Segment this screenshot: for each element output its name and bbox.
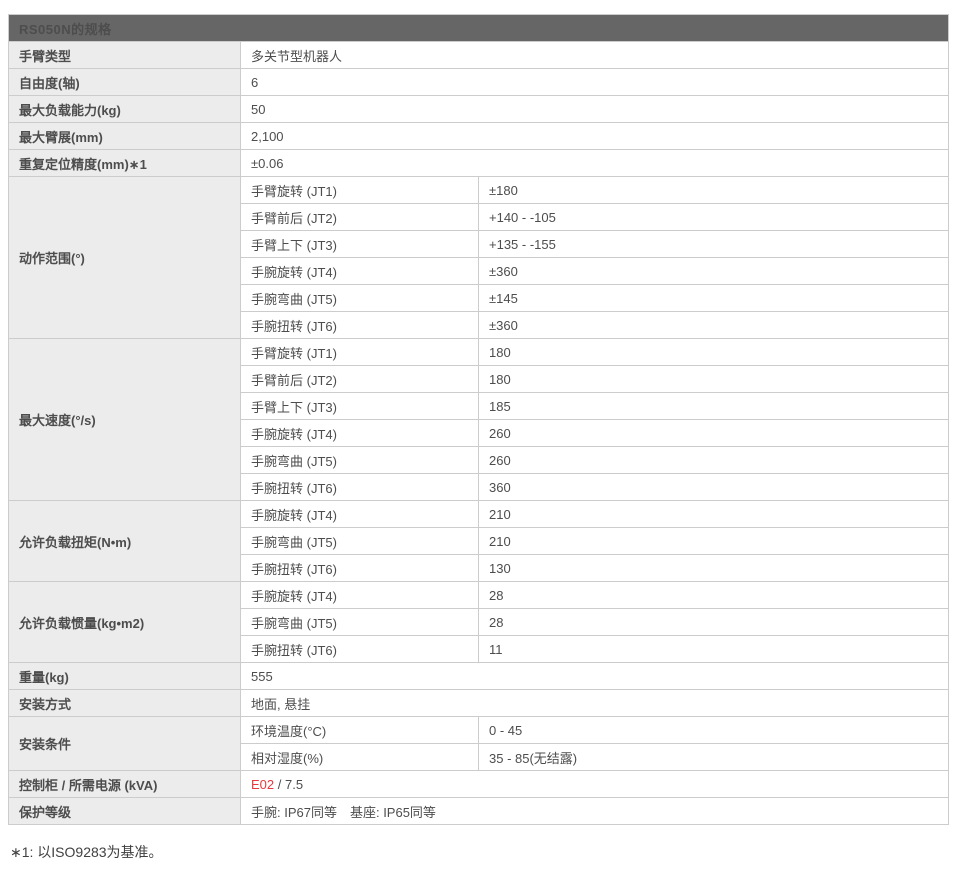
table-row: 保护等级 手腕: IP67同等 基座: IP65同等 <box>9 798 949 825</box>
row-value: 50 <box>241 96 949 123</box>
table-row: 允许负载惯量(kg•m2) 手腕旋转 (JT4) 28 <box>9 582 949 609</box>
row-value: 28 <box>479 609 949 636</box>
row-value: 2,100 <box>241 123 949 150</box>
controller-link[interactable]: E02 <box>251 777 274 792</box>
row-value: +135 - -155 <box>479 231 949 258</box>
row-sub-label: 手腕弯曲 (JT5) <box>241 447 479 474</box>
table-row: 最大臂展(mm) 2,100 <box>9 123 949 150</box>
table-row: 安装方式 地面, 悬挂 <box>9 690 949 717</box>
table-row: 重复定位精度(mm)∗1 ±0.06 <box>9 150 949 177</box>
footnote: ∗1: 以ISO9283为基准。 <box>10 842 970 862</box>
controller-value-cell: E02 / 7.5 <box>241 771 949 798</box>
row-value: ±360 <box>479 258 949 285</box>
row-value: 555 <box>241 663 949 690</box>
controller-power-text: / 7.5 <box>274 777 303 792</box>
row-sub-label: 手腕旋转 (JT4) <box>241 582 479 609</box>
row-value: 0 - 45 <box>479 717 949 744</box>
group-label-load-torque: 允许负载扭矩(N•m) <box>9 501 241 582</box>
row-sub-label: 手腕扭转 (JT6) <box>241 474 479 501</box>
row-label: 重复定位精度(mm)∗1 <box>9 150 241 177</box>
row-sub-label: 手腕扭转 (JT6) <box>241 555 479 582</box>
row-sub-label: 手臂前后 (JT2) <box>241 204 479 231</box>
row-sub-label: 手腕弯曲 (JT5) <box>241 528 479 555</box>
row-sub-label: 相对湿度(%) <box>241 744 479 771</box>
group-label-motion-range: 动作范围(°) <box>9 177 241 339</box>
row-label: 保护等级 <box>9 798 241 825</box>
row-sub-label: 手臂旋转 (JT1) <box>241 339 479 366</box>
row-sub-label: 手腕扭转 (JT6) <box>241 636 479 663</box>
row-sub-label: 手腕扭转 (JT6) <box>241 312 479 339</box>
row-sub-label: 手腕弯曲 (JT5) <box>241 609 479 636</box>
table-row: 最大负载能力(kg) 50 <box>9 96 949 123</box>
row-value: 多关节型机器人 <box>241 42 949 69</box>
row-label: 自由度(轴) <box>9 69 241 96</box>
row-sub-label: 环境温度(°C) <box>241 717 479 744</box>
row-value: ±145 <box>479 285 949 312</box>
row-value: 180 <box>479 339 949 366</box>
table-row: 自由度(轴) 6 <box>9 69 949 96</box>
row-label: 重量(kg) <box>9 663 241 690</box>
row-value: 180 <box>479 366 949 393</box>
row-value: 地面, 悬挂 <box>241 690 949 717</box>
row-value: 6 <box>241 69 949 96</box>
group-label-install-conditions: 安装条件 <box>9 717 241 771</box>
row-label: 最大臂展(mm) <box>9 123 241 150</box>
table-row: 动作范围(°) 手臂旋转 (JT1) ±180 <box>9 177 949 204</box>
table-row: 允许负载扭矩(N•m) 手腕旋转 (JT4) 210 <box>9 501 949 528</box>
row-value: 210 <box>479 501 949 528</box>
row-sub-label: 手腕弯曲 (JT5) <box>241 285 479 312</box>
group-label-load-inertia: 允许负载惯量(kg•m2) <box>9 582 241 663</box>
row-value: 185 <box>479 393 949 420</box>
row-label: 安装方式 <box>9 690 241 717</box>
row-sub-label: 手臂上下 (JT3) <box>241 393 479 420</box>
row-value: 11 <box>479 636 949 663</box>
row-value: 360 <box>479 474 949 501</box>
row-label: 最大负载能力(kg) <box>9 96 241 123</box>
table-header-row: RS050N的规格 <box>9 15 949 42</box>
row-value: ±180 <box>479 177 949 204</box>
row-sub-label: 手腕旋转 (JT4) <box>241 258 479 285</box>
table-row: 控制柜 / 所需电源 (kVA) E02 / 7.5 <box>9 771 949 798</box>
row-value: 28 <box>479 582 949 609</box>
table-row: 安装条件 环境温度(°C) 0 - 45 <box>9 717 949 744</box>
table-row: 手臂类型 多关节型机器人 <box>9 42 949 69</box>
row-value: 130 <box>479 555 949 582</box>
row-sub-label: 手臂上下 (JT3) <box>241 231 479 258</box>
table-title: RS050N的规格 <box>9 15 949 42</box>
row-label: 手臂类型 <box>9 42 241 69</box>
row-value: ±360 <box>479 312 949 339</box>
row-value: 260 <box>479 420 949 447</box>
spec-table: RS050N的规格 手臂类型 多关节型机器人 自由度(轴) 6 最大负载能力(k… <box>8 14 949 825</box>
table-row: 重量(kg) 555 <box>9 663 949 690</box>
row-sub-label: 手臂旋转 (JT1) <box>241 177 479 204</box>
row-value: 35 - 85(无结露) <box>479 744 949 771</box>
row-sub-label: 手腕旋转 (JT4) <box>241 420 479 447</box>
row-value: 210 <box>479 528 949 555</box>
group-label-max-speed: 最大速度(°/s) <box>9 339 241 501</box>
row-sub-label: 手臂前后 (JT2) <box>241 366 479 393</box>
row-value: 260 <box>479 447 949 474</box>
spec-page: RS050N的规格 手臂类型 多关节型机器人 自由度(轴) 6 最大负载能力(k… <box>0 14 970 880</box>
row-value: ±0.06 <box>241 150 949 177</box>
row-sub-label: 手腕旋转 (JT4) <box>241 501 479 528</box>
row-value: +140 - -105 <box>479 204 949 231</box>
row-value: 手腕: IP67同等 基座: IP65同等 <box>241 798 949 825</box>
table-row: 最大速度(°/s) 手臂旋转 (JT1) 180 <box>9 339 949 366</box>
row-label: 控制柜 / 所需电源 (kVA) <box>9 771 241 798</box>
